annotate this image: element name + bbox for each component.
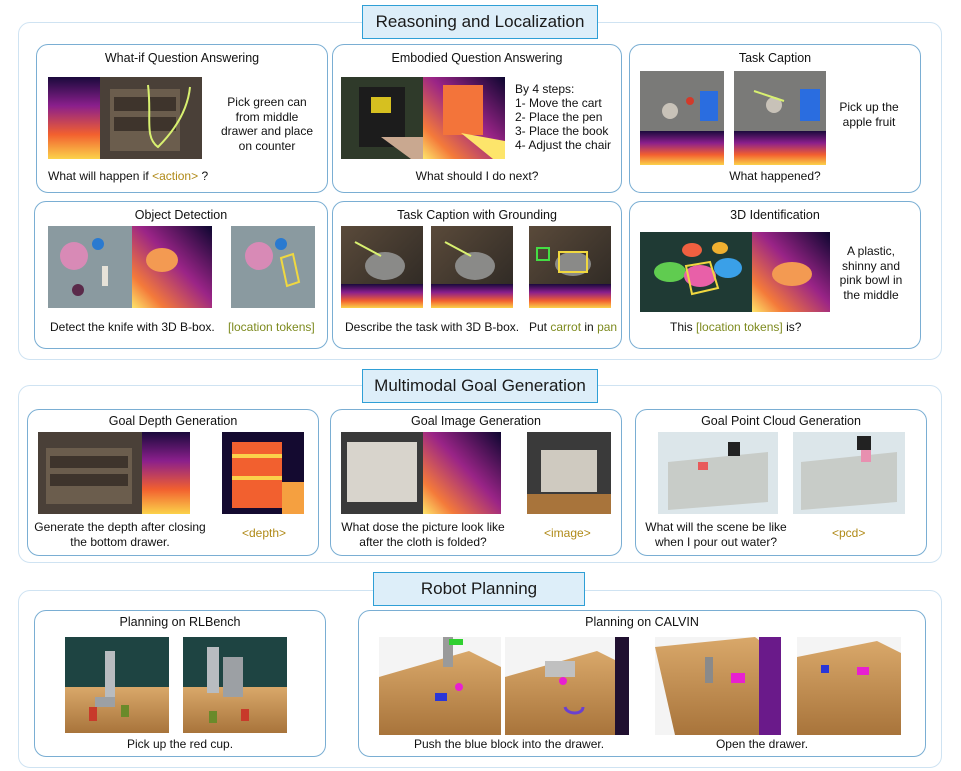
- whatif-side-text: Pick green can from middle drawer and pl…: [220, 95, 314, 153]
- tcg-question: Describe the task with 3D B-box.: [345, 320, 520, 334]
- question-text: This: [670, 320, 697, 334]
- card-whatif: What-if Question Answering Pick green ca…: [36, 44, 328, 193]
- card-ident3d: 3D Identification A plastic, shinny and …: [629, 201, 921, 349]
- calvin-caption-1: Push the blue block into the drawer.: [413, 737, 605, 751]
- card-calvin: Planning on CALVIN Push the blue block i…: [358, 610, 926, 757]
- objdet-bbox-image: [231, 226, 315, 308]
- eqa-step: 4- Adjust the chair: [515, 138, 612, 152]
- question-suffix: ?: [198, 169, 209, 183]
- eqa-step: 3- Place the book: [515, 124, 609, 138]
- card-title: Planning on CALVIN: [585, 615, 699, 629]
- answer-in: in: [581, 320, 598, 334]
- objdet-answer: [location tokens]: [228, 320, 315, 334]
- card-goalpcd: Goal Point Cloud Generation What will th…: [635, 409, 927, 556]
- section-title-goal: Multimodal Goal Generation: [362, 369, 598, 403]
- eqa-step: 2- Place the pen: [515, 110, 603, 124]
- depth-kitchen-image: [48, 77, 202, 159]
- goalpcd-output-image: [793, 432, 905, 514]
- eqa-rgb-image: [341, 77, 423, 159]
- rlbench-caption: Pick up the red cup.: [126, 737, 234, 751]
- taskcap-question: What happened?: [729, 169, 821, 183]
- tcg-image-2: [431, 226, 513, 308]
- goalimage-output-image: [527, 432, 611, 514]
- eqa-question: What should I do next?: [415, 169, 539, 183]
- card-goaldepth: Goal Depth Generation Generate the depth…: [27, 409, 319, 556]
- calvin-image-4: [797, 637, 901, 735]
- goaldepth-question: Generate the depth after closing the bot…: [34, 520, 206, 549]
- rlbench-image-1: [65, 637, 169, 733]
- calvin-caption-2: Open the drawer.: [715, 737, 809, 751]
- question-text: What will happen if: [48, 169, 153, 183]
- answer-put: Put: [529, 320, 551, 334]
- ident3d-question: This [location tokens] is?: [670, 320, 801, 335]
- taskcap-image-before: [640, 71, 724, 165]
- whatif-question: What will happen if <action> ?: [48, 169, 208, 184]
- eqa-steps-head: By 4 steps:: [515, 82, 575, 96]
- section-title-reasoning: Reasoning and Localization: [362, 5, 598, 39]
- ident3d-rgb-image: [640, 232, 752, 312]
- action-token: <action>: [152, 169, 199, 183]
- card-title: Task Caption: [738, 51, 812, 65]
- ident3d-side-text: A plastic, shinny and pink bowl in the m…: [839, 244, 903, 302]
- taskcap-side-text: Pick up the apple fruit: [839, 100, 899, 129]
- card-title: Embodied Question Answering: [391, 51, 563, 65]
- taskcap-image-after: [734, 71, 826, 165]
- question-suffix: is?: [782, 320, 802, 334]
- card-title: 3D Identification: [730, 208, 820, 222]
- location-token: [location tokens]: [696, 320, 783, 334]
- rlbench-image-2: [183, 637, 287, 733]
- card-title: Goal Point Cloud Generation: [701, 414, 861, 428]
- goaldepth-output-image: [222, 432, 304, 514]
- goalpcd-input-image: [658, 432, 778, 514]
- calvin-image-2: [505, 637, 629, 735]
- goalpcd-question: What will the scene be like when I pour …: [645, 520, 787, 549]
- goalimage-input-image: [341, 432, 501, 514]
- tcg-answer: Put carrot in pan: [529, 320, 617, 335]
- card-title: Goal Image Generation: [411, 414, 541, 428]
- card-rlbench: Planning on RLBench Pick up the red cup.: [34, 610, 326, 757]
- objdet-question: Detect the knife with 3D B-box.: [50, 320, 215, 334]
- section-title-planning: Robot Planning: [373, 572, 585, 606]
- card-title: Object Detection: [134, 208, 228, 222]
- card-title: Goal Depth Generation: [108, 414, 238, 428]
- tcg-image-1: [341, 226, 423, 308]
- card-taskcap: Task Caption Pick up the apple fruit Wha…: [629, 44, 921, 193]
- goalpcd-answer: <pcd>: [832, 526, 866, 540]
- goaldepth-input-image: [38, 432, 190, 514]
- answer-pan: pan: [597, 320, 618, 334]
- goaldepth-answer: <depth>: [242, 526, 287, 540]
- card-tcg: Task Caption with Grounding Describe the…: [332, 201, 622, 349]
- calvin-image-3: [655, 637, 781, 735]
- tcg-bbox-image: [529, 226, 611, 308]
- objdet-rgb-image: [48, 226, 132, 308]
- calvin-image-1: [379, 637, 501, 735]
- ident3d-depth-image: [752, 232, 830, 312]
- goalimage-question: What dose the picture look like after th…: [341, 520, 505, 549]
- eqa-step: 1- Move the cart: [515, 96, 602, 110]
- card-goalimage: Goal Image Generation What dose the pict…: [330, 409, 622, 556]
- objdet-depth-image: [132, 226, 212, 308]
- eqa-depth-image: [423, 77, 505, 159]
- goalimage-answer: <image>: [544, 526, 591, 540]
- card-eqa: Embodied Question Answering By 4 steps: …: [332, 44, 622, 193]
- answer-carrot: carrot: [550, 320, 582, 334]
- card-title: Planning on RLBench: [119, 615, 241, 629]
- card-title: What-if Question Answering: [104, 51, 260, 65]
- card-title: Task Caption with Grounding: [397, 208, 557, 222]
- card-objdet: Object Detection Detect the knife with 3…: [34, 201, 328, 349]
